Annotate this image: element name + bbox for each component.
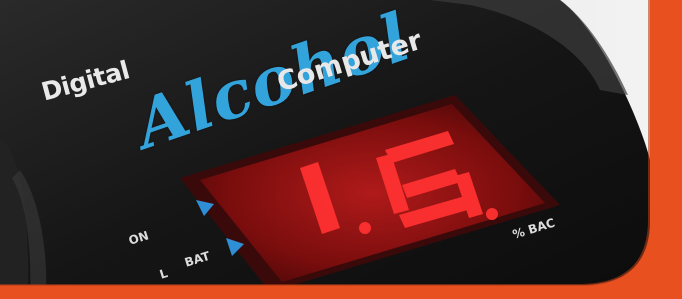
photo-scene: Digital Alcohol Computer ON L BAT % BAC [0, 0, 682, 299]
